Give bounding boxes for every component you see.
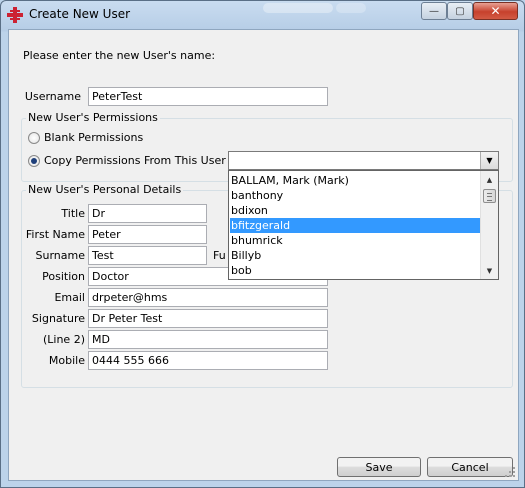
dropdown-item[interactable]: bdixon — [230, 203, 481, 218]
background-blur — [336, 3, 366, 13]
mobile-input[interactable]: 0444 555 666 — [88, 351, 328, 370]
save-button[interactable]: Save — [337, 457, 421, 477]
close-icon: ✕ — [490, 4, 501, 18]
title-label: Title — [61, 207, 85, 220]
email-input[interactable]: drpeter@hms — [88, 288, 328, 307]
minimize-button[interactable]: — — [421, 2, 447, 20]
scroll-up-icon[interactable]: ▲ — [481, 172, 498, 187]
maximize-button[interactable]: ▢ — [447, 2, 473, 20]
surname-label: Surname — [35, 249, 85, 262]
dropdown-item-selected[interactable]: bfitzgerald — [230, 218, 481, 233]
dropdown-item[interactable]: banthony — [230, 188, 481, 203]
mobile-label: Mobile — [48, 354, 85, 367]
username-label: Username — [24, 90, 81, 103]
dropdown-scrollbar[interactable]: ▲ ▼ — [480, 171, 498, 279]
scroll-down-icon[interactable]: ▼ — [481, 263, 498, 278]
radio-selected-dot — [31, 158, 37, 164]
permissions-group-title: New User's Permissions — [26, 111, 160, 124]
full-name-label: Fu — [213, 249, 226, 262]
dropdown-item[interactable]: bhumrick — [230, 233, 481, 248]
window-title: Create New User — [29, 7, 131, 21]
first-name-input[interactable]: Peter — [88, 225, 207, 244]
dropdown-item[interactable]: bob — [230, 263, 481, 278]
surname-input[interactable]: Test — [88, 246, 207, 265]
maximize-icon: ▢ — [455, 5, 465, 17]
title-input[interactable]: Dr — [88, 204, 207, 223]
resize-grip-icon[interactable] — [504, 466, 516, 478]
line2-label: (Line 2) — [42, 333, 85, 346]
background-blur — [263, 3, 333, 13]
dropdown-item[interactable]: Billyb — [230, 248, 481, 263]
line2-input[interactable]: MD — [88, 330, 328, 349]
blank-permissions-label: Blank Permissions — [44, 131, 144, 144]
username-input[interactable]: PeterTest — [88, 87, 328, 106]
first-name-label: First Name — [25, 228, 85, 241]
signature-input[interactable]: Dr Peter Test — [88, 309, 328, 328]
copy-permissions-label: Copy Permissions From This User — [44, 154, 226, 167]
blank-permissions-radio[interactable] — [28, 132, 40, 144]
copy-permissions-radio[interactable] — [28, 155, 40, 167]
create-user-window: Create New User — ▢ ✕ Please enter the n… — [0, 0, 525, 488]
dropdown-item[interactable]: BALLAM, Mark (Mark) — [230, 173, 481, 188]
dialog-body: Please enter the new User's name: Userna… — [8, 29, 519, 481]
position-label: Position — [42, 270, 85, 283]
personal-details-group-title: New User's Personal Details — [26, 183, 184, 196]
scroll-thumb[interactable] — [483, 189, 496, 203]
copy-user-combobox[interactable]: ▼ — [228, 151, 499, 170]
signature-label: Signature — [31, 312, 85, 325]
copy-user-dropdown-list[interactable]: BALLAM, Mark (Mark) banthony bdixon bfit… — [228, 170, 499, 280]
minimize-icon: — — [429, 5, 439, 17]
email-label: Email — [54, 291, 85, 304]
title-bar[interactable]: Create New User — ▢ ✕ — [1, 1, 524, 29]
cancel-button[interactable]: Cancel — [427, 457, 513, 477]
chevron-down-icon[interactable]: ▼ — [480, 152, 498, 169]
close-button[interactable]: ✕ — [473, 2, 518, 20]
prompt-text: Please enter the new User's name: — [23, 49, 216, 62]
app-cross-icon — [7, 7, 23, 23]
